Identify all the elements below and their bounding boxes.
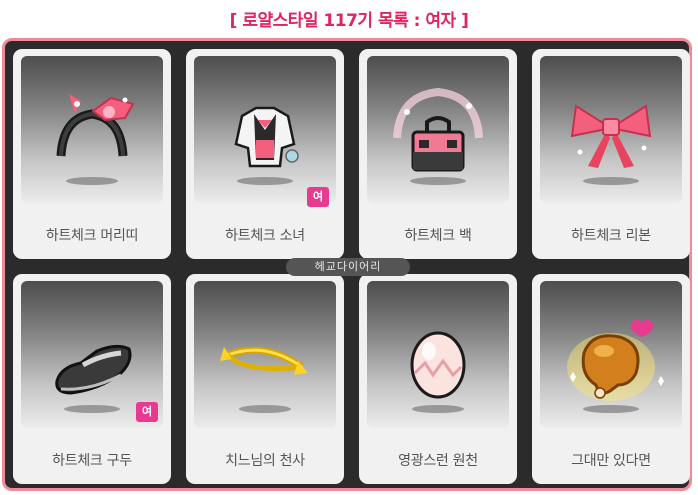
item-name: 하트체크 소녀 xyxy=(225,228,305,244)
item-card-bag[interactable]: 하트체크 백 xyxy=(359,49,517,259)
halo-icon xyxy=(220,346,308,413)
item-name: 하트체크 백 xyxy=(404,228,472,244)
item-name: 하트체크 리본 xyxy=(571,228,651,244)
item-art xyxy=(194,281,336,428)
item-name: 영광스런 원천 xyxy=(398,453,478,469)
item-art xyxy=(540,281,682,428)
item-card-egg[interactable]: 영광스런 원천 xyxy=(359,274,517,484)
item-card-ribbon[interactable]: 하트체크 리본 xyxy=(532,49,690,259)
item-art xyxy=(540,56,682,203)
egg-icon xyxy=(410,331,466,413)
bag-icon xyxy=(393,87,483,185)
chicken-leg-icon xyxy=(567,319,664,413)
page-title: [ 로얄스타일 117기 목록 : 여자 ] xyxy=(229,11,469,31)
headband-icon xyxy=(56,94,135,185)
watermark: 헤교다이어리 xyxy=(286,258,410,276)
item-art xyxy=(194,56,336,203)
item-art xyxy=(367,56,509,203)
ribbon-icon xyxy=(570,104,652,185)
item-art xyxy=(367,281,509,428)
outfit-icon xyxy=(234,106,299,185)
item-card-halo[interactable]: 치느님의 천사 xyxy=(186,274,344,484)
item-name: 하트체크 구두 xyxy=(52,453,132,469)
female-badge: 여 xyxy=(307,187,329,207)
item-name: 그대만 있다면 xyxy=(571,453,651,469)
item-card-chicken-leg[interactable]: 그대만 있다면 xyxy=(532,274,690,484)
item-card-outfit[interactable]: 여 하트체크 소녀 xyxy=(186,49,344,259)
item-art xyxy=(21,56,163,203)
female-badge: 여 xyxy=(136,402,158,422)
item-card-shoe[interactable]: 여 하트체크 구두 xyxy=(13,274,171,484)
item-name: 치느님의 천사 xyxy=(225,453,305,469)
item-card-headband[interactable]: 하트체크 머리띠 xyxy=(13,49,171,259)
item-name: 하트체크 머리띠 xyxy=(45,228,139,244)
